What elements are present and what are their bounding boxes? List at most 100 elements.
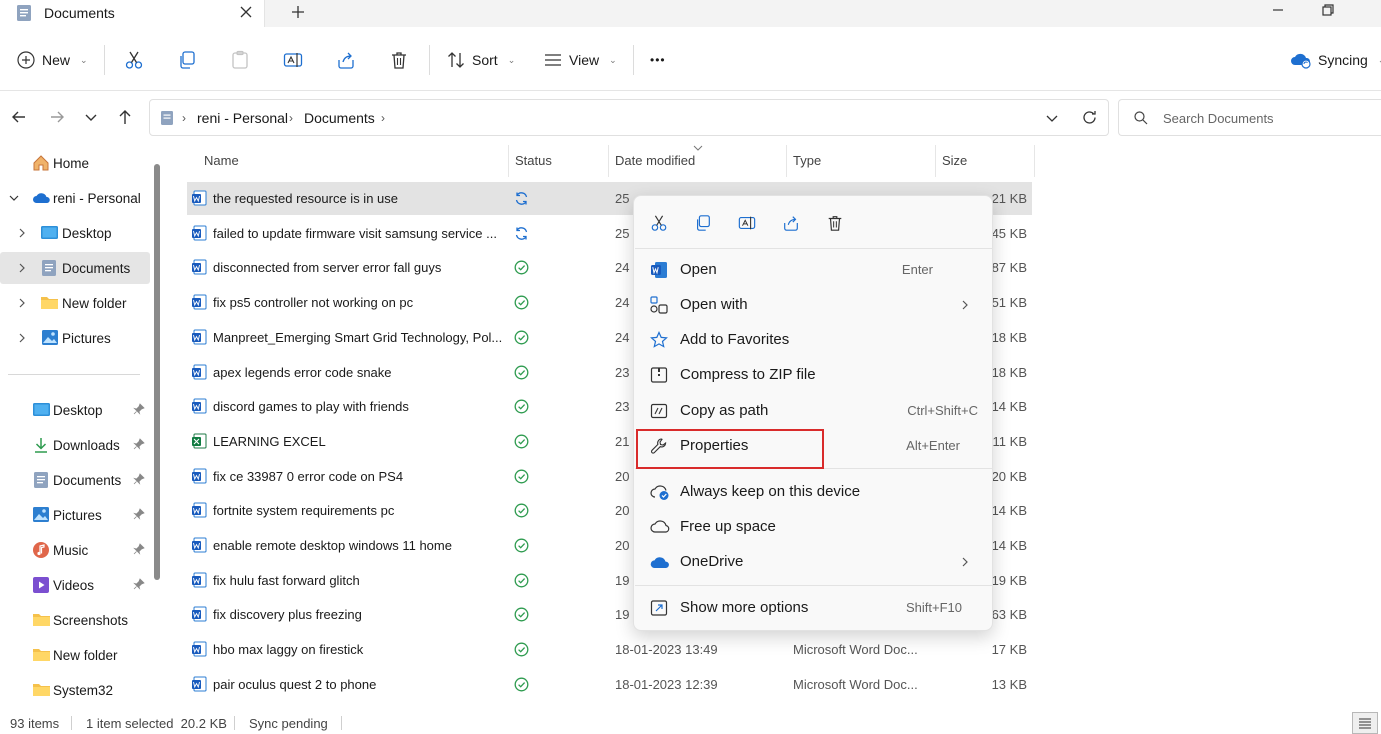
menu-item-always-keep-on-device[interactable]: Always keep on this device: [638, 475, 988, 509]
column-header-size[interactable]: Size: [942, 153, 967, 168]
menu-item-open-with[interactable]: Open with: [638, 288, 988, 322]
sidebar-item-documents[interactable]: Documents: [0, 252, 150, 284]
restore-icon[interactable]: [1320, 2, 1336, 18]
cut-icon[interactable]: [650, 214, 668, 232]
chevron-right-icon[interactable]: [16, 332, 28, 344]
sync-status[interactable]: Syncing ⌄: [1290, 47, 1381, 73]
quick-access-label: System32: [53, 682, 114, 698]
file-row[interactable]: pair oculus quest 2 to phone 18-01-2023 1…: [187, 668, 1032, 701]
view-button[interactable]: View ⌄: [543, 47, 617, 73]
refresh-icon[interactable]: [1081, 109, 1098, 126]
documents-location-icon: [160, 110, 174, 126]
quick-access-system32[interactable]: System32: [0, 674, 150, 706]
pin-icon[interactable]: [133, 508, 145, 520]
file-size: 14 KB: [991, 399, 1027, 415]
chevron-right-icon[interactable]: [16, 297, 28, 309]
column-divider[interactable]: [508, 145, 509, 177]
column-divider[interactable]: [935, 145, 936, 177]
file-type: Microsoft Word Doc...: [793, 676, 918, 692]
search-input[interactable]: Search Documents: [1163, 111, 1274, 126]
pin-icon[interactable]: [133, 403, 145, 415]
quick-access-music[interactable]: Music: [0, 534, 150, 566]
file-date-modified: 24: [615, 295, 630, 311]
copy-icon[interactable]: [694, 214, 712, 232]
file-date-modified: 20: [615, 468, 630, 484]
chevron-right-icon[interactable]: [16, 227, 28, 239]
sidebar-item-pictures[interactable]: Pictures: [0, 322, 150, 354]
pin-icon[interactable]: [133, 438, 145, 450]
sidebar-item-new-folder[interactable]: New folder: [0, 287, 150, 319]
sidebar-scrollbar[interactable]: [154, 164, 160, 580]
title-bar: Documents: [0, 0, 1381, 27]
menu-item-label: Open: [680, 261, 717, 278]
trash-icon[interactable]: [826, 214, 844, 232]
breadcrumb-reni-personal[interactable]: reni - Personal: [197, 110, 288, 126]
column-divider[interactable]: [786, 145, 787, 177]
breadcrumb-documents[interactable]: Documents: [304, 110, 375, 126]
quick-access-new-folder[interactable]: New folder: [0, 639, 150, 671]
sidebar-item-home[interactable]: Home: [0, 147, 150, 179]
new-label: New: [42, 52, 71, 68]
chevron-down-icon[interactable]: [8, 192, 20, 204]
address-history-chevron-icon[interactable]: [1044, 110, 1060, 126]
desktop-folder-icon: [40, 224, 59, 241]
word-file-icon: [191, 190, 207, 206]
menu-item-open[interactable]: Open Enter: [638, 253, 988, 287]
file-row[interactable]: hbo max laggy on firestick 18-01-2023 13:…: [187, 633, 1032, 666]
sidebar-item-reni-personal[interactable]: reni - Personal: [0, 182, 150, 214]
menu-item-compress-to-zip[interactable]: Compress to ZIP file: [638, 358, 988, 392]
command-bar: New ⌄ Sort ⌄ View ⌄ ••• Syncing: [0, 27, 1381, 91]
breadcrumb-separator: ›: [182, 111, 186, 125]
rename-button[interactable]: [283, 47, 303, 73]
rename-icon[interactable]: [738, 214, 756, 232]
context-menu-divider: [635, 248, 993, 249]
column-divider[interactable]: [1034, 145, 1035, 177]
quick-access-desktop[interactable]: Desktop: [0, 394, 150, 426]
menu-item-add-to-favorites[interactable]: Add to Favorites: [638, 323, 988, 357]
chevron-right-icon[interactable]: [16, 262, 28, 274]
synced-check-icon: [514, 295, 529, 310]
menu-item-free-up-space[interactable]: Free up space: [638, 510, 988, 544]
column-header-name[interactable]: Name: [204, 153, 239, 168]
details-view-icon: [1358, 717, 1372, 729]
recent-locations-chevron-icon[interactable]: [83, 108, 99, 126]
column-divider[interactable]: [608, 145, 609, 177]
quick-access-downloads[interactable]: Downloads: [0, 429, 150, 461]
new-tab-icon[interactable]: [290, 4, 306, 20]
quick-access-pictures[interactable]: Pictures: [0, 499, 150, 531]
sidebar-item-desktop[interactable]: Desktop: [0, 217, 150, 249]
search-box[interactable]: Search Documents: [1118, 99, 1381, 136]
file-date-modified: 23: [615, 364, 630, 380]
menu-item-show-more-options[interactable]: Show more options Shift+F10: [638, 591, 988, 625]
address-bar[interactable]: › reni - Personal › Documents ›: [149, 99, 1109, 136]
pin-icon[interactable]: [133, 578, 145, 590]
forward-arrow-icon[interactable]: [48, 108, 66, 126]
word-file-icon: [191, 468, 207, 484]
close-tab-icon[interactable]: [238, 4, 254, 20]
sort-button[interactable]: Sort ⌄: [446, 47, 515, 73]
quick-access-screenshots[interactable]: Screenshots: [0, 604, 150, 636]
column-header-date-modified[interactable]: Date modified: [615, 153, 695, 168]
share-icon[interactable]: [782, 214, 800, 232]
more-options-button[interactable]: •••: [650, 47, 666, 73]
menu-item-copy-as-path[interactable]: Copy as path Ctrl+Shift+C: [638, 394, 988, 428]
tab-documents[interactable]: Documents: [0, 0, 265, 27]
pin-icon[interactable]: [133, 543, 145, 555]
back-arrow-icon[interactable]: [10, 108, 28, 126]
pin-icon[interactable]: [133, 473, 145, 485]
cut-button[interactable]: [124, 47, 144, 73]
paste-button[interactable]: [230, 47, 250, 73]
quick-access-documents[interactable]: Documents: [0, 464, 150, 496]
column-header-type[interactable]: Type: [793, 153, 821, 168]
new-button[interactable]: New ⌄: [16, 47, 88, 73]
column-header-status[interactable]: Status: [515, 153, 552, 168]
share-button[interactable]: [336, 47, 356, 73]
copy-button[interactable]: [177, 47, 197, 73]
up-arrow-icon[interactable]: [116, 108, 134, 126]
quick-access-label: Screenshots: [53, 612, 129, 628]
minimize-icon[interactable]: [1270, 2, 1286, 18]
quick-access-videos[interactable]: Videos: [0, 569, 150, 601]
delete-button[interactable]: [389, 47, 409, 73]
details-view-button[interactable]: [1352, 712, 1378, 734]
menu-item-onedrive[interactable]: OneDrive: [638, 545, 988, 579]
